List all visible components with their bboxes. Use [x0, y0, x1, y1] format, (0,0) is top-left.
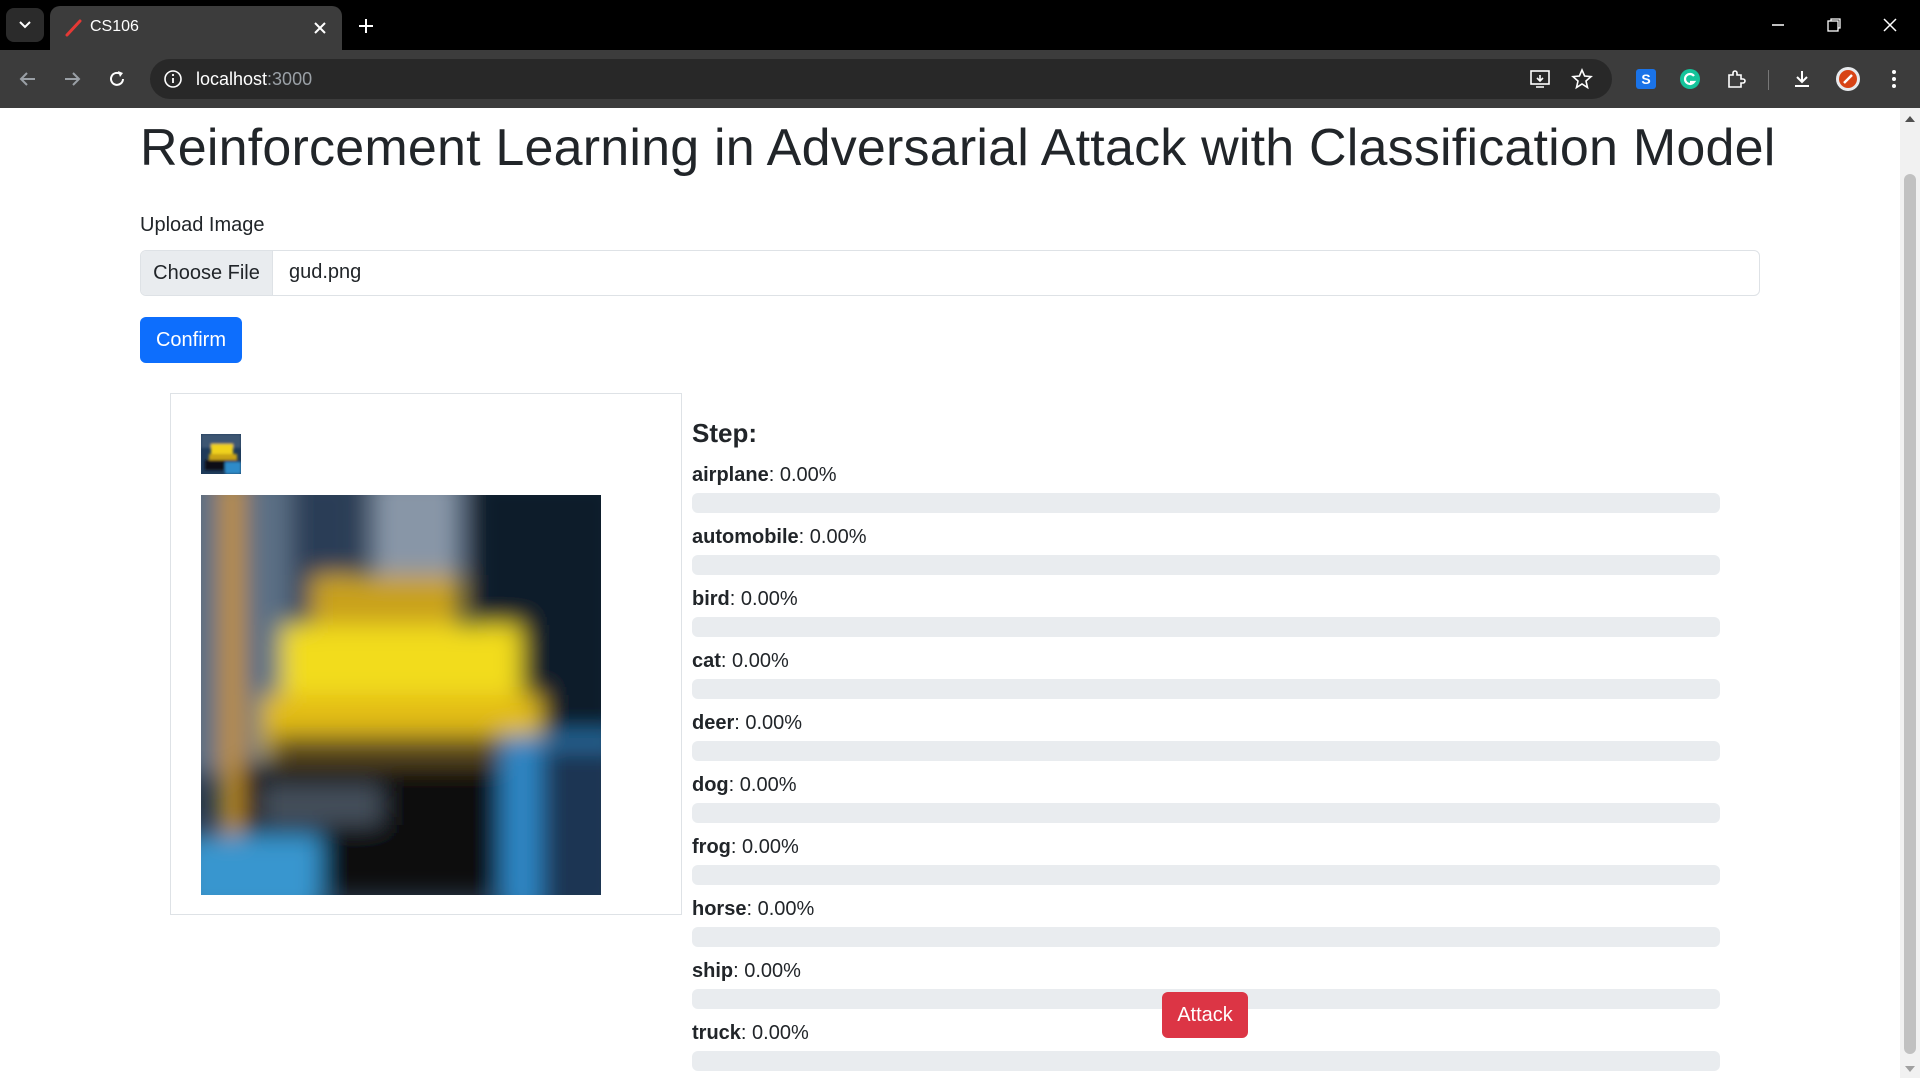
class-probability-text: dog: 0.00% [692, 774, 797, 796]
confirm-button[interactable]: Confirm [140, 317, 242, 363]
close-tab-icon[interactable] [308, 16, 332, 40]
class-name: dog [692, 774, 729, 796]
probability-progress-bar [692, 1051, 1720, 1071]
scroll-down-arrow-icon[interactable] [1905, 1066, 1915, 1072]
class-name: airplane [692, 464, 769, 486]
reload-icon [110, 71, 124, 86]
class-row-cat: cat: 0.00% [692, 649, 1722, 699]
site-info-icon[interactable] [162, 68, 184, 90]
grammarly-icon[interactable] [1676, 65, 1704, 93]
page-scrollbar[interactable] [1900, 108, 1920, 1078]
install-app-icon[interactable] [1528, 67, 1552, 91]
class-name: ship [692, 960, 734, 982]
class-probability-text: automobile: 0.00% [692, 526, 867, 548]
class-probability-list: airplane: 0.00% automobile: 0.00% bird: 0.… [692, 463, 1722, 1071]
attack-button[interactable]: Attack [1162, 992, 1248, 1038]
class-row-horse: horse: 0.00% [692, 897, 1722, 947]
probability-progress-bar [692, 865, 1720, 885]
probability-progress-bar [692, 617, 1720, 637]
forward-button[interactable] [56, 63, 88, 95]
class-percentage: 0.00% [744, 960, 801, 982]
class-name: deer [692, 712, 735, 734]
class-percentage: 0.00% [757, 898, 815, 920]
class-percentage: 0.00% [779, 464, 837, 486]
upload-image-label: Upload Image [140, 214, 265, 236]
class-name: cat [692, 650, 721, 672]
back-button[interactable] [12, 63, 44, 95]
class-name: automobile [692, 526, 799, 548]
minimize-icon [1772, 24, 1784, 26]
probability-progress-bar [692, 555, 1720, 575]
page-viewport: Reinforcement Learning in Adversarial At… [0, 108, 1900, 1078]
probability-progress-bar [692, 741, 1720, 761]
download-icon[interactable] [1788, 65, 1816, 93]
close-window-button[interactable] [1868, 8, 1912, 42]
probability-progress-bar [692, 803, 1720, 823]
scrollbar-thumb[interactable] [1904, 174, 1916, 1054]
class-probability-text: bird: 0.00% [692, 588, 798, 610]
url-text[interactable]: localhost:3000 [196, 69, 312, 90]
prediction-results: Step: airplane: 0.00% automobile: 0.00% bi… [692, 408, 1722, 1071]
class-percentage: 0.00% [745, 712, 803, 734]
browser-toolbar: localhost:3000 S [0, 50, 1920, 108]
browser-tab[interactable]: CS106 [50, 6, 342, 50]
selected-file-name: gud.png [289, 261, 362, 283]
profile-avatar[interactable] [1834, 65, 1862, 93]
class-row-frog: frog: 0.00% [692, 835, 1722, 885]
extension-s-icon[interactable]: S [1632, 65, 1660, 93]
class-probability-text: cat: 0.00% [692, 650, 789, 672]
uploaded-image [201, 495, 601, 895]
arrow-left-icon [19, 72, 35, 86]
class-name: bird [692, 588, 730, 610]
restore-button[interactable] [1812, 8, 1856, 42]
class-name: frog [692, 836, 731, 858]
browser-tab-bar: CS106 [0, 0, 1920, 50]
class-name: horse [692, 898, 747, 920]
class-percentage: 0.00% [732, 650, 789, 672]
toolbar-separator [1768, 70, 1769, 90]
class-percentage: 0.00% [739, 774, 797, 796]
menu-kebab-icon[interactable] [1880, 65, 1908, 93]
class-probability-text: frog: 0.00% [692, 836, 799, 858]
class-row-automobile: automobile: 0.00% [692, 525, 1722, 575]
class-row-dog: dog: 0.00% [692, 773, 1722, 823]
class-row-deer: deer: 0.00% [692, 711, 1722, 761]
plus-icon [359, 19, 373, 33]
class-probability-text: airplane: 0.00% [692, 464, 837, 486]
arrow-right-icon [65, 72, 81, 86]
probability-progress-bar [692, 493, 1720, 513]
class-percentage: 0.00% [740, 588, 798, 610]
image-thumbnail [201, 434, 241, 474]
tab-search-button[interactable] [6, 8, 44, 42]
chevron-down-icon [19, 21, 31, 29]
svg-text:S: S [1641, 71, 1650, 87]
close-icon [1883, 18, 1897, 32]
class-percentage: 0.00% [809, 526, 867, 548]
file-input[interactable]: Choose File gud.png [140, 250, 1760, 296]
step-label: Step: [692, 418, 757, 448]
page-title: Reinforcement Learning in Adversarial At… [140, 119, 1776, 177]
address-bar[interactable]: localhost:3000 [150, 59, 1612, 99]
minimize-button[interactable] [1756, 8, 1800, 42]
probability-progress-bar [692, 927, 1720, 947]
scroll-up-arrow-icon[interactable] [1905, 116, 1915, 122]
class-probability-text: horse: 0.00% [692, 898, 815, 920]
reload-button[interactable] [101, 63, 133, 95]
tab-favicon-icon [65, 19, 82, 37]
image-preview-card [170, 393, 682, 915]
class-row-airplane: airplane: 0.00% [692, 463, 1722, 513]
new-tab-button[interactable] [352, 12, 380, 40]
bookmark-star-icon[interactable] [1570, 67, 1594, 91]
tab-title: CS106 [90, 18, 139, 35]
class-percentage: 0.00% [742, 836, 799, 858]
class-row-bird: bird: 0.00% [692, 587, 1722, 637]
probability-progress-bar [692, 679, 1720, 699]
restore-icon [1827, 18, 1841, 32]
class-probability-text: ship: 0.00% [692, 960, 801, 982]
extensions-puzzle-icon[interactable] [1722, 65, 1750, 93]
choose-file-button[interactable]: Choose File [141, 251, 273, 295]
class-percentage: 0.00% [752, 1022, 809, 1044]
class-name: truck [692, 1022, 741, 1044]
class-probability-text: deer: 0.00% [692, 712, 803, 734]
